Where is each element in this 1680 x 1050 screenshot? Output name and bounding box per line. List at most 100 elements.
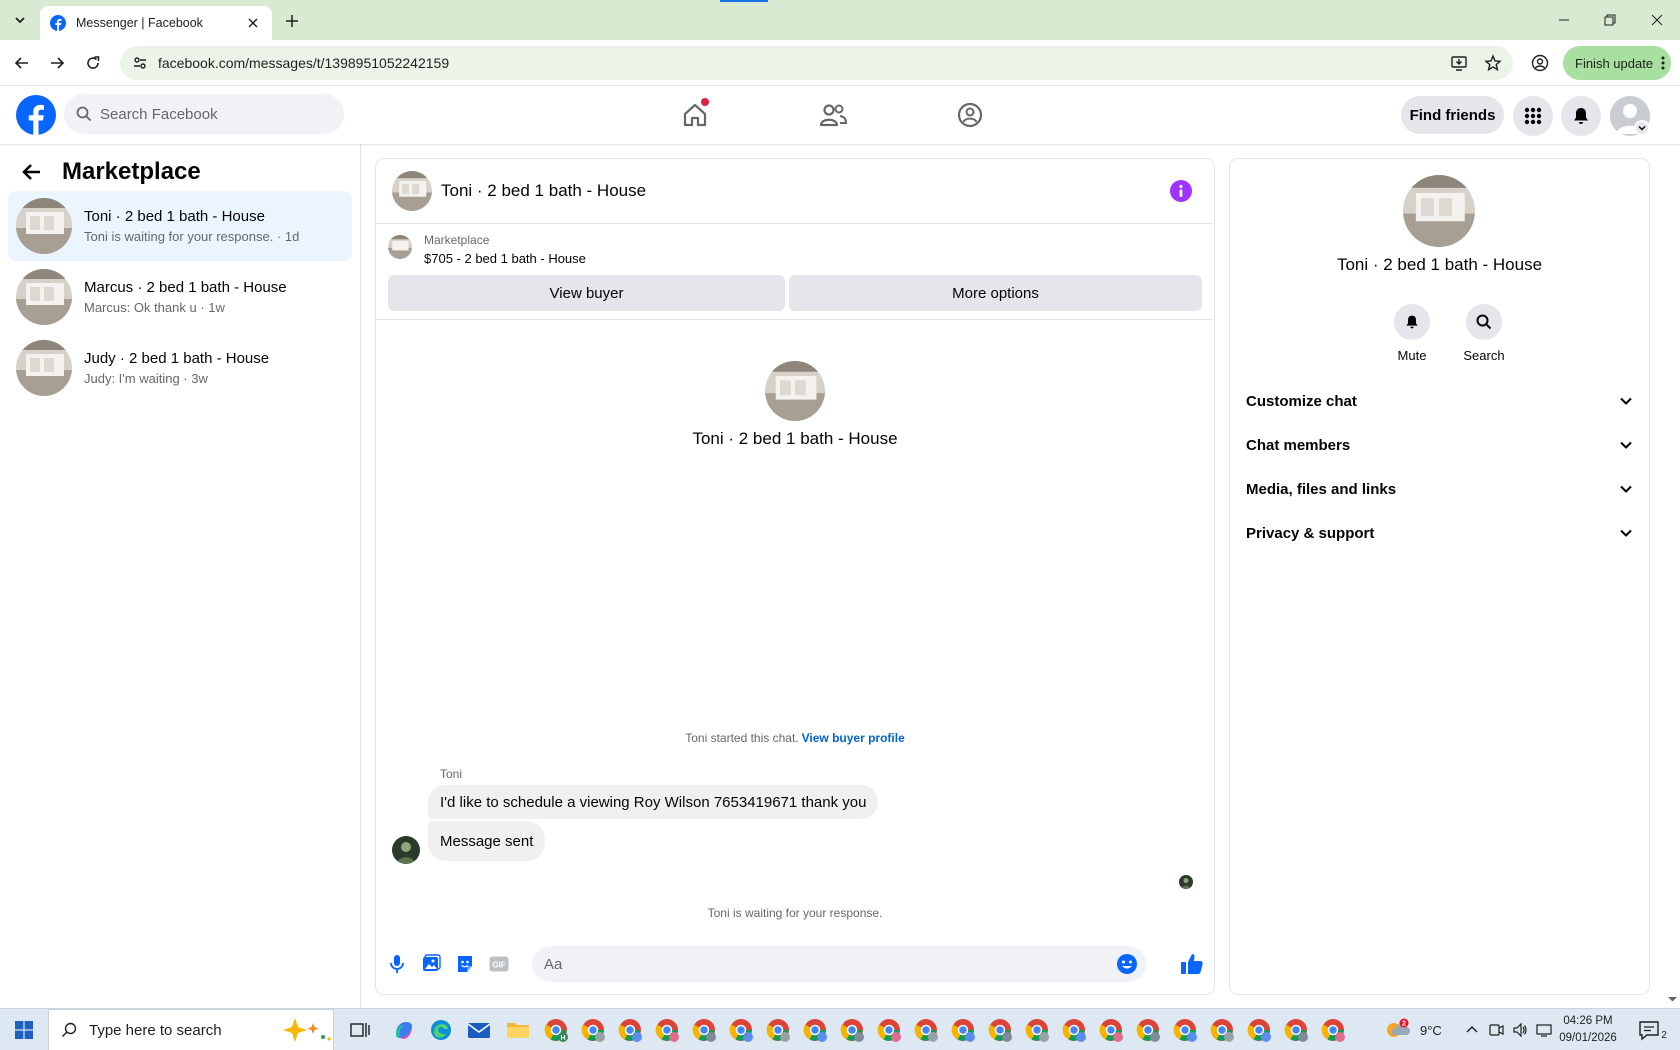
search-in-conversation-action[interactable]: Search: [1454, 304, 1514, 363]
site-info-icon[interactable]: [132, 55, 148, 71]
taskbar-app-chrome-profile[interactable]: [688, 1014, 720, 1046]
mute-button[interactable]: [1394, 304, 1430, 340]
taskbar-app-chrome-profile[interactable]: [762, 1014, 794, 1046]
forward-button[interactable]: [44, 50, 70, 76]
taskbar-app-chrome-profile[interactable]: H: [540, 1014, 572, 1046]
page-scrollbar[interactable]: [1665, 86, 1680, 1008]
meet-now-icon[interactable]: [1488, 1022, 1504, 1038]
taskbar-search-box[interactable]: Type here to search: [48, 1009, 334, 1050]
details-avatar[interactable]: [1403, 175, 1475, 247]
back-button[interactable]: [9, 50, 35, 76]
taskbar-clock[interactable]: 04:26 PM 09/01/2026: [1552, 1013, 1624, 1047]
menu-button[interactable]: [1513, 96, 1553, 136]
view-buyer-profile-link[interactable]: View buyer profile: [802, 731, 905, 745]
find-friends-button[interactable]: Find friends: [1401, 96, 1504, 134]
message-input[interactable]: [544, 955, 1104, 973]
finish-update-button[interactable]: Finish update: [1563, 46, 1671, 80]
new-tab-button[interactable]: [280, 9, 304, 33]
taskbar-app-chrome-profile[interactable]: [1058, 1014, 1090, 1046]
nav-groups[interactable]: [914, 94, 1026, 136]
taskbar-app-chrome-profile[interactable]: [1206, 1014, 1238, 1046]
notification-count: 2: [1661, 1030, 1667, 1041]
view-buyer-button[interactable]: View buyer: [388, 275, 785, 311]
search-in-conversation-button[interactable]: [1466, 304, 1502, 340]
reload-button[interactable]: [80, 50, 106, 76]
gif-button[interactable]: GIF: [486, 951, 512, 977]
chat-members-section[interactable]: Chat members: [1238, 425, 1641, 465]
taskbar-app-chrome-profile[interactable]: [1169, 1014, 1201, 1046]
taskbar-app-chrome-profile[interactable]: [947, 1014, 979, 1046]
taskbar-app-chrome-profile[interactable]: [1132, 1014, 1164, 1046]
conversation-info-button[interactable]: [1170, 180, 1192, 202]
volume-icon[interactable]: [1512, 1022, 1528, 1038]
address-url[interactable]: facebook.com/messages/t/1398951052242159: [158, 55, 1445, 71]
browser-profile-button[interactable]: [1527, 50, 1553, 76]
message-bubble[interactable]: I'd like to schedule a viewing Roy Wilso…: [428, 785, 879, 819]
weather-widget[interactable]: 2 9°C: [1384, 1009, 1442, 1050]
taskbar-app-chrome-profile[interactable]: [1243, 1014, 1275, 1046]
taskbar-app-copilot[interactable]: [388, 1014, 420, 1046]
facebook-search-input[interactable]: [100, 105, 320, 123]
taskbar-app-mail[interactable]: [463, 1014, 495, 1046]
media-files-links-section[interactable]: Media, files and links: [1238, 469, 1641, 509]
mute-action[interactable]: Mute: [1382, 304, 1442, 363]
address-bar[interactable]: facebook.com/messages/t/1398951052242159: [120, 46, 1513, 80]
facebook-logo-icon[interactable]: [16, 95, 56, 135]
chat-header-name[interactable]: Toni · 2 bed 1 bath - House: [441, 181, 1170, 201]
window-restore-button[interactable]: [1587, 0, 1633, 40]
task-view-button[interactable]: [344, 1014, 376, 1046]
taskbar-app-chrome-profile[interactable]: [1280, 1014, 1312, 1046]
sidebar-back-button[interactable]: [18, 158, 46, 186]
message-bubble[interactable]: Message sent: [428, 821, 546, 861]
scroll-down-arrow-icon[interactable]: [1665, 994, 1680, 1004]
chat-header-avatar[interactable]: [392, 171, 432, 211]
listing-price-title[interactable]: $705 - 2 bed 1 bath - House: [424, 251, 586, 266]
taskbar-app-chrome-profile[interactable]: [799, 1014, 831, 1046]
taskbar-app-chrome-profile[interactable]: [984, 1014, 1016, 1046]
taskbar-app-chrome-profile[interactable]: [836, 1014, 868, 1046]
conversation-item-judy[interactable]: Judy · 2 bed 1 bath - House Judy: I'm wa…: [8, 333, 352, 403]
taskbar-app-file-explorer[interactable]: [502, 1014, 534, 1046]
chrome-icon: H: [544, 1019, 568, 1042]
taskbar-app-chrome-profile[interactable]: [1317, 1014, 1349, 1046]
customize-chat-section[interactable]: Customize chat: [1238, 381, 1641, 421]
listing-thumbnail[interactable]: [388, 235, 412, 259]
notifications-button[interactable]: [1561, 96, 1601, 136]
nav-home[interactable]: [639, 94, 751, 136]
window-close-button[interactable]: [1634, 0, 1680, 40]
taskbar-app-chrome-profile[interactable]: [873, 1014, 905, 1046]
taskbar-app-chrome-profile[interactable]: [1021, 1014, 1053, 1046]
browser-tab-messenger[interactable]: Messenger | Facebook: [40, 6, 272, 40]
taskbar-app-edge[interactable]: [425, 1014, 457, 1046]
tab-close-button[interactable]: [244, 14, 262, 32]
conversation-item-toni[interactable]: Toni · 2 bed 1 bath - House Toni is wait…: [8, 191, 352, 261]
bookmark-button[interactable]: [1479, 49, 1507, 77]
taskbar-app-chrome-profile[interactable]: [725, 1014, 757, 1046]
voice-clip-button[interactable]: [384, 951, 410, 977]
conversation-item-marcus[interactable]: Marcus · 2 bed 1 bath - House Marcus: Ok…: [8, 262, 352, 332]
sender-avatar[interactable]: [392, 836, 420, 864]
taskbar-app-chrome-profile[interactable]: [577, 1014, 609, 1046]
window-minimize-button[interactable]: [1541, 0, 1587, 40]
taskbar-app-chrome-profile[interactable]: [1095, 1014, 1127, 1046]
nav-friends[interactable]: [777, 94, 889, 136]
taskbar-app-chrome-profile[interactable]: [651, 1014, 683, 1046]
account-menu-badge[interactable]: [1634, 120, 1650, 136]
emoji-icon[interactable]: [1116, 953, 1138, 975]
network-icon[interactable]: [1536, 1022, 1552, 1038]
facebook-search-box[interactable]: [64, 94, 344, 134]
sticker-button[interactable]: [452, 951, 478, 977]
taskbar-app-chrome-profile[interactable]: [614, 1014, 646, 1046]
message-input-box[interactable]: [532, 946, 1146, 982]
more-options-button[interactable]: More options: [789, 275, 1202, 311]
attach-photo-button[interactable]: [418, 951, 444, 977]
user-photo-avatar-icon: [1179, 875, 1193, 889]
tab-search-button[interactable]: [8, 8, 32, 32]
taskbar-app-chrome-profile[interactable]: [910, 1014, 942, 1046]
send-like-button[interactable]: [1178, 950, 1206, 978]
notification-center-button[interactable]: 2: [1636, 1009, 1670, 1050]
privacy-support-section[interactable]: Privacy & support: [1238, 513, 1641, 553]
install-app-button[interactable]: [1445, 49, 1473, 77]
chevron-up-icon[interactable]: [1464, 1022, 1480, 1038]
start-button[interactable]: [6, 1009, 42, 1050]
